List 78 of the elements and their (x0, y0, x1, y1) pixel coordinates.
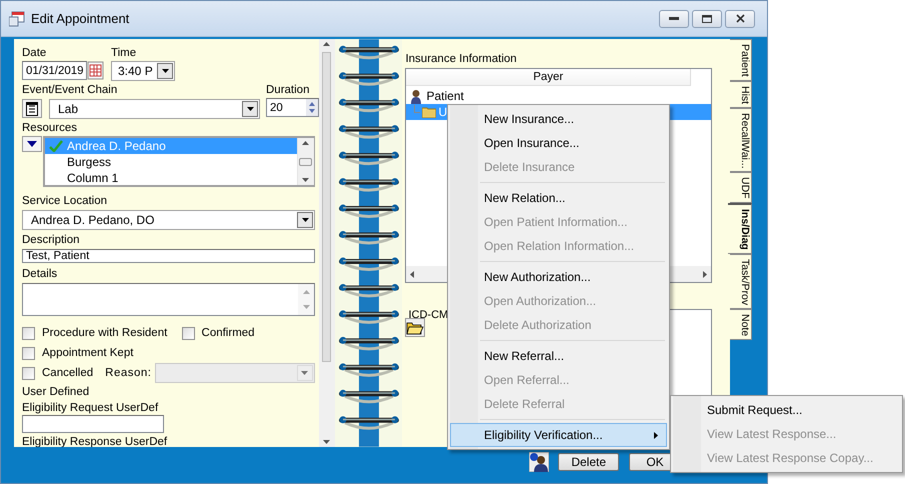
menu-item[interactable]: Eligibility Verification... (450, 423, 667, 447)
side-tab[interactable]: Hist (730, 80, 752, 108)
list-icon (26, 102, 38, 116)
field-label: Details (22, 268, 58, 281)
dropdown-arrow-icon (27, 141, 37, 147)
field-label: Time (111, 47, 138, 60)
scroll-right-arrow-icon[interactable] (703, 270, 708, 278)
calendar-app-icon (9, 10, 25, 26)
field-label: Service Location (22, 195, 108, 208)
dropdown-button[interactable] (22, 136, 42, 152)
location-dropdown[interactable]: Andrea D. Pedano, DO (22, 210, 315, 230)
person-icon (410, 88, 422, 104)
close-icon (736, 14, 744, 23)
checkbox[interactable] (182, 326, 195, 340)
menu-item[interactable]: New Relation... (450, 186, 667, 210)
menu-item[interactable]: Submit Request... (673, 398, 900, 422)
side-tab[interactable]: RecallWai... (730, 108, 752, 172)
calendar-icon[interactable] (87, 61, 104, 80)
field-label: Reason: (105, 367, 152, 379)
event-dropdown[interactable]: Lab (49, 99, 260, 119)
maximize-button[interactable] (692, 10, 722, 28)
checkbox-label: Appointment Kept (42, 347, 134, 359)
person-info-icon[interactable] (529, 452, 550, 472)
side-tab[interactable]: Ins/Diag (728, 203, 752, 254)
field-label: Eligibility Request UserDef (22, 402, 160, 415)
checkbox-label: Cancelled (42, 367, 94, 379)
field-label: Description (22, 234, 81, 247)
dropdown-arrow-icon (162, 69, 168, 73)
section-title: ICD-CM (408, 309, 448, 322)
menu-item[interactable]: Open Insurance... (450, 131, 667, 155)
maximize-icon (702, 14, 712, 22)
scroll-down-arrow-icon[interactable] (302, 178, 310, 182)
field-label: Duration (266, 84, 310, 97)
time-dropdown[interactable]: 3:40 P (111, 61, 175, 81)
dropdown-arrow-icon (302, 218, 308, 222)
side-tab[interactable]: Patient (730, 39, 752, 81)
folder-icon (422, 106, 436, 118)
date-field[interactable]: 01/31/2019 (22, 61, 87, 80)
side-tab[interactable]: Task/Prov (730, 254, 752, 309)
scroll-thumb[interactable] (299, 158, 312, 166)
list-icon-button[interactable] (22, 99, 42, 118)
menu-item[interactable]: New Insurance... (450, 107, 667, 131)
open-folder-icon[interactable] (405, 318, 426, 337)
field-label: Event/Event Chain (22, 84, 118, 97)
checkbox-label: Confirmed (202, 327, 255, 339)
side-tab[interactable]: Note (730, 308, 752, 340)
column-header[interactable]: Payer (406, 69, 692, 86)
field-label: Resources (22, 122, 78, 135)
section-title: Insurance Information (405, 53, 518, 66)
dropdown-arrow-icon (246, 107, 254, 111)
checkbox[interactable] (22, 366, 35, 380)
resource-item[interactable]: Burgess (45, 154, 297, 170)
tree-item[interactable]: Patient (426, 89, 464, 103)
checkbox[interactable] (22, 326, 35, 340)
duration-spinner[interactable]: 20 (266, 98, 319, 117)
description-field[interactable]: Test, Patient (22, 249, 315, 263)
side-tab[interactable]: UDF (730, 172, 752, 204)
checkbox[interactable] (22, 346, 35, 360)
close-button[interactable] (725, 10, 755, 28)
field-label: Date (22, 47, 48, 60)
scroll-left-arrow-icon[interactable] (410, 270, 414, 278)
window-title: Edit Appointment (31, 11, 130, 26)
resource-item[interactable]: Column 1 (45, 170, 297, 185)
spinner-arrows-icon[interactable] (306, 99, 318, 116)
checkbox-label: Procedure with Resident (42, 327, 168, 339)
scroll-down-arrow-icon[interactable] (323, 440, 330, 444)
dropdown-arrow-icon (301, 371, 308, 375)
scroll-thumb[interactable] (322, 52, 332, 362)
menu-item[interactable]: New Referral... (450, 344, 667, 368)
minimize-button[interactable] (659, 10, 689, 28)
input-field[interactable] (22, 415, 164, 433)
scroll-up-arrow-icon[interactable] (302, 141, 310, 145)
dialog-button[interactable]: Delete (558, 453, 619, 471)
scroll-up-arrow-icon[interactable] (323, 42, 330, 46)
minimize-icon (669, 17, 679, 20)
menu-item[interactable]: New Authorization... (450, 265, 667, 289)
submenu-arrow-icon (654, 432, 658, 438)
field-label: User Defined (22, 386, 90, 399)
